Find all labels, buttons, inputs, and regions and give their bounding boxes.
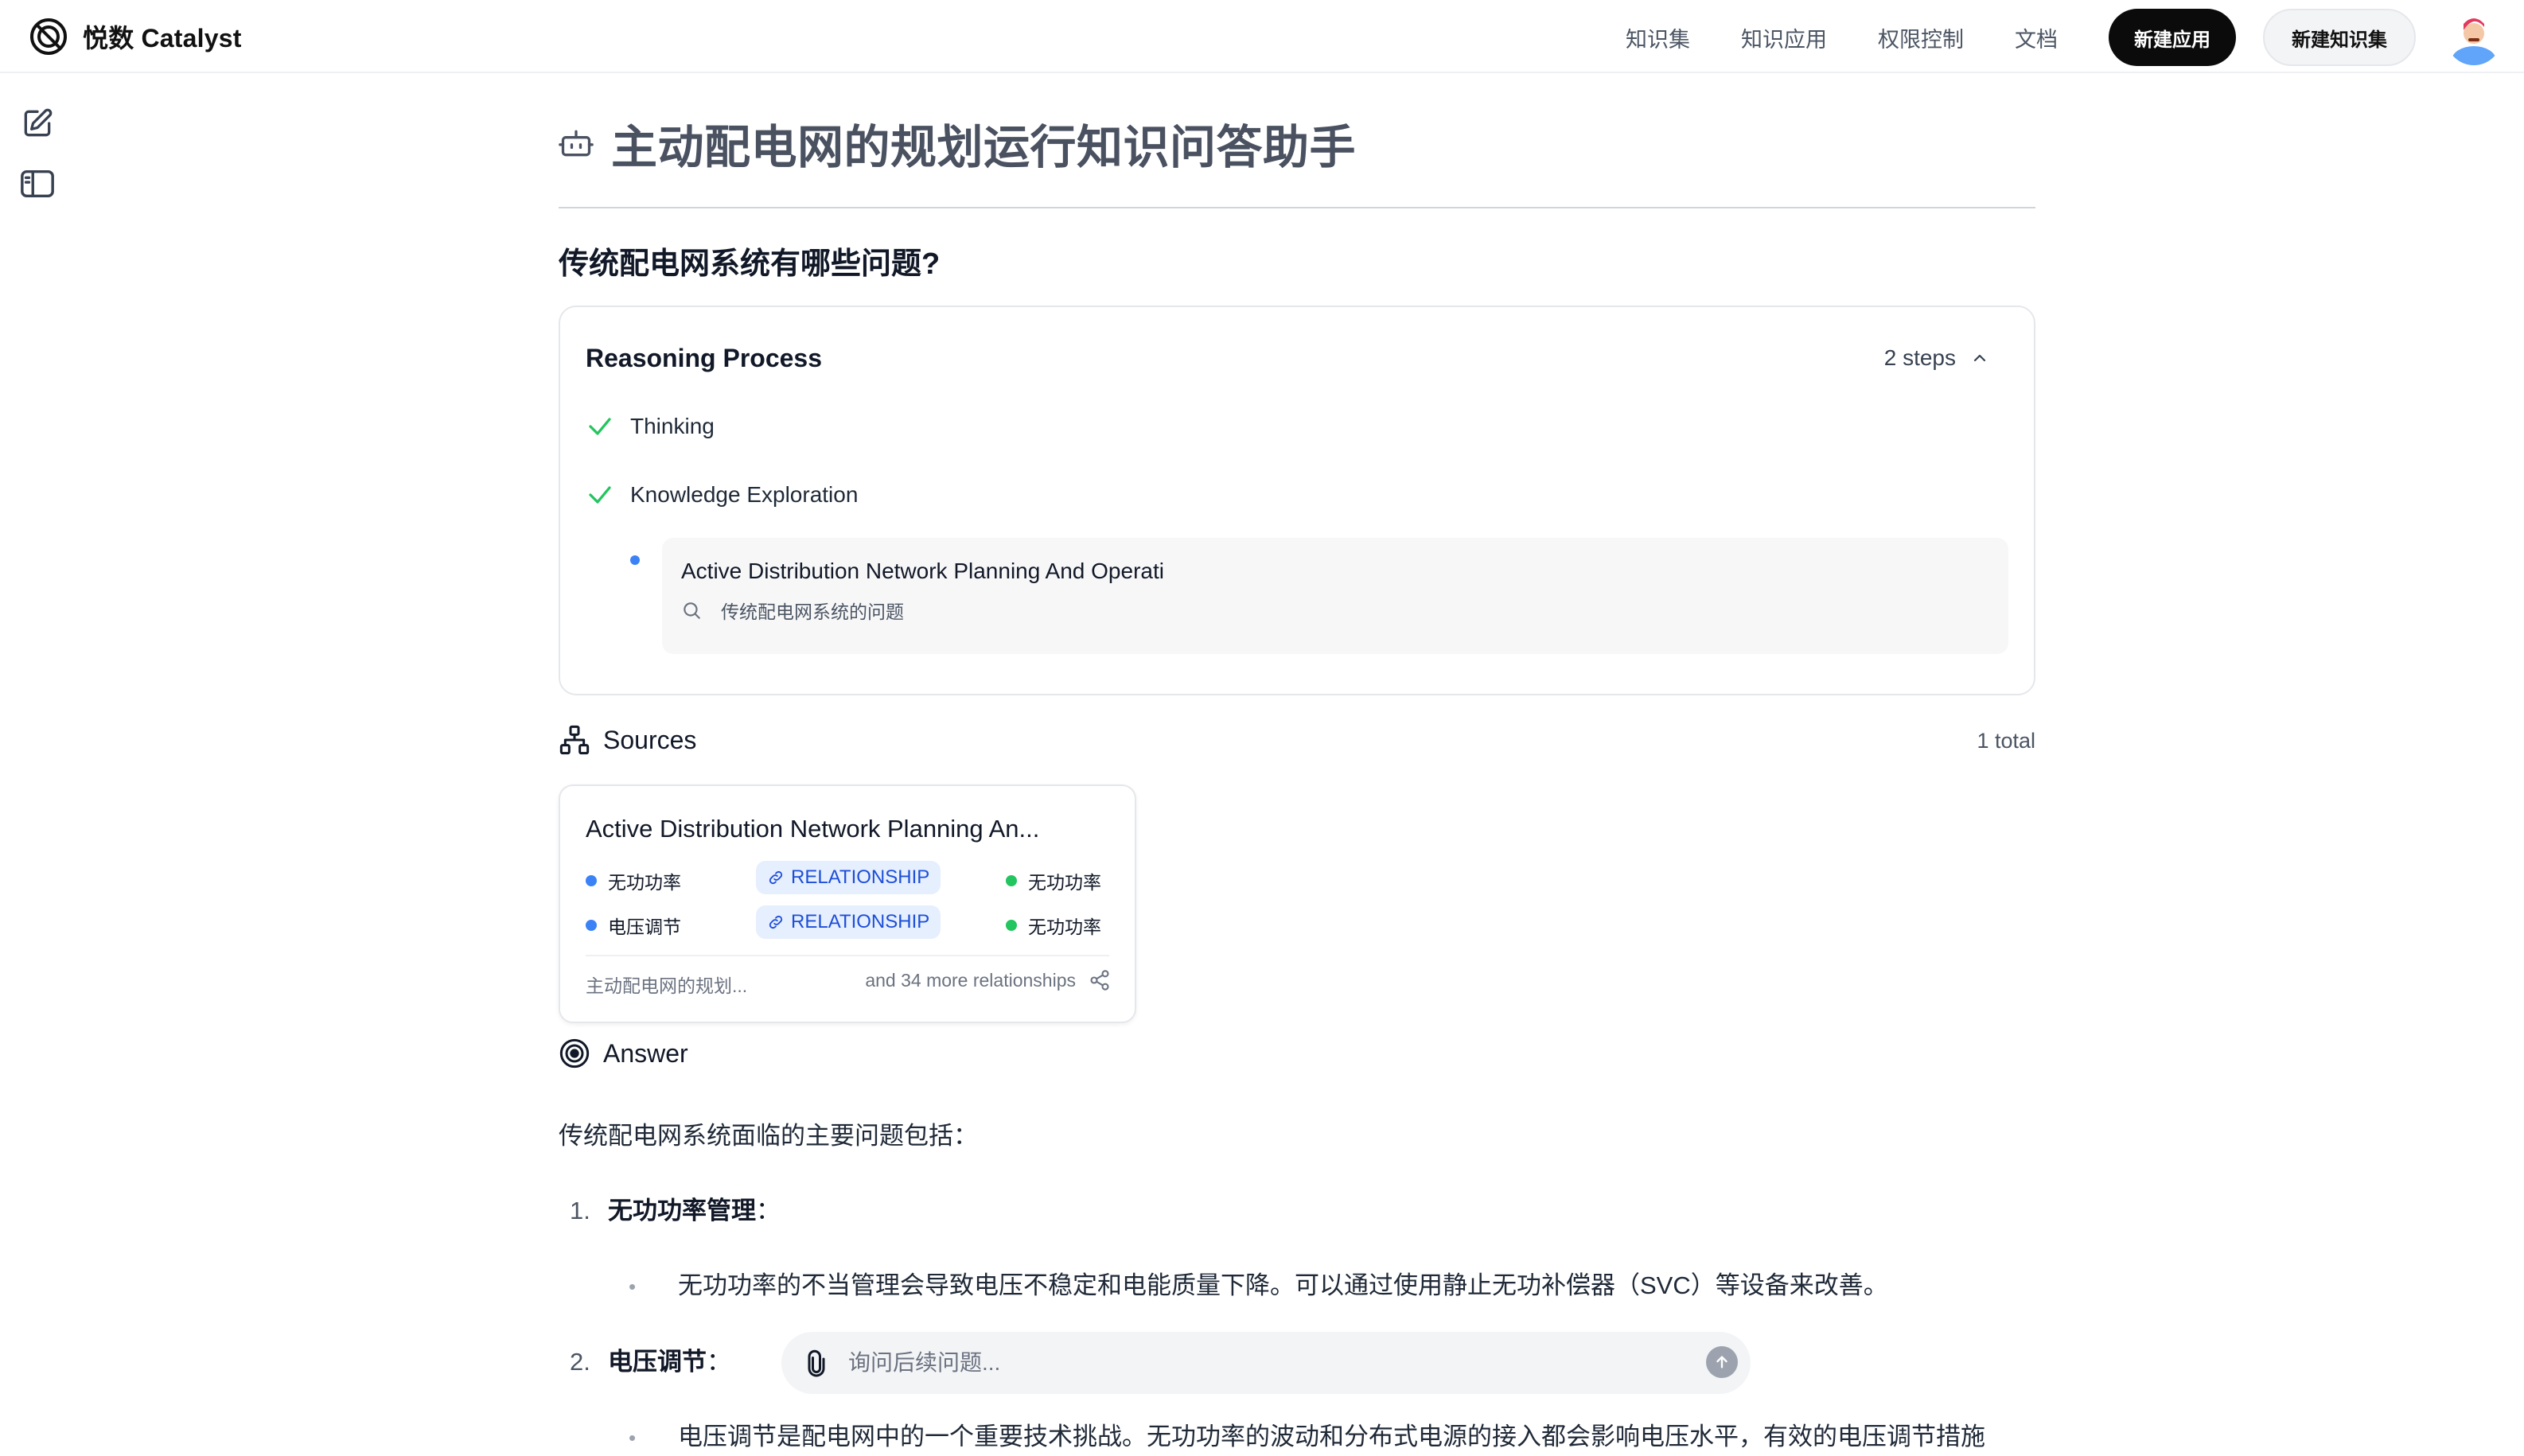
entity-dot: [586, 920, 597, 931]
step-label: Thinking: [630, 414, 715, 438]
more-relationships-text: and 34 more relationships: [865, 969, 1076, 991]
exploration-query-text: 传统配电网系统的问题: [721, 601, 904, 622]
nav-knowledge-sets[interactable]: 知识集: [1626, 22, 1690, 53]
target-icon: [559, 1038, 590, 1069]
entity-label: 无功功率: [1028, 917, 1101, 937]
list-heading: 无功功率管理: [608, 1197, 756, 1224]
top-nav: 知识集 知识应用 权限控制 文档 新建应用 新建知识集: [1626, 9, 2524, 66]
link-icon: [769, 915, 783, 929]
entity-label: 电压调节: [608, 917, 681, 937]
answer-bullet: • 电压调节是配电网中的一个重要技术挑战。无功功率的波动和分布式电源的接入都会影…: [629, 1416, 1985, 1452]
bullet-dot: •: [629, 1275, 637, 1298]
relationship-badge: RELATIONSHIP: [756, 905, 941, 939]
steps-count: 2 steps: [1883, 345, 1956, 370]
entity-to: 无功功率: [1006, 912, 1101, 939]
sources-label: Sources: [559, 724, 696, 756]
brand-name: 悦数 Catalyst: [83, 24, 242, 53]
new-knowledge-set-button[interactable]: 新建知识集: [2263, 9, 2416, 66]
list-heading: 电压调节: [608, 1348, 707, 1376]
entity-from: 电压调节: [586, 912, 681, 939]
source-title: Active Distribution Network Planning An.…: [586, 815, 1040, 843]
relationship-type: RELATIONSHIP: [791, 911, 930, 932]
avatar-image: [2446, 10, 2502, 65]
share-nodes-icon: [1090, 970, 1109, 991]
entity-from: 无功功率: [586, 867, 681, 894]
search-icon: [684, 602, 700, 619]
new-chat-edit-icon[interactable]: [18, 103, 57, 143]
bot-icon: [559, 130, 594, 157]
paperclip-icon[interactable]: [802, 1348, 831, 1380]
relationship-row: 电压调节 RELATIONSHIP 无功功率: [586, 905, 1111, 940]
entity-dot: [586, 875, 597, 886]
relationship-row: 无功功率 RELATIONSHIP 无功功率: [586, 861, 1111, 896]
reasoning-title: Reasoning Process: [586, 344, 822, 372]
sources-label-text: Sources: [603, 725, 697, 754]
source-doc-name: 主动配电网的规划...: [586, 975, 748, 996]
sources-header: Sources 1 total: [559, 718, 2035, 765]
reasoning-step: Thinking: [586, 412, 715, 441]
answer-intro: 传统配电网系统面临的主要问题包括：: [559, 1122, 978, 1150]
nav-access-control[interactable]: 权限控制: [1878, 22, 1964, 53]
brand[interactable]: 悦数 Catalyst: [29, 14, 242, 59]
more-relationships[interactable]: and 34 more relationships: [865, 969, 1111, 991]
bullet-text: 电压调节是配电网中的一个重要技术挑战。无功功率的波动和分布式电源的接入都会影响电…: [678, 1423, 1985, 1450]
entity-dot: [1006, 875, 1017, 886]
entity-dot: [1006, 920, 1017, 931]
sitemap-icon: [559, 725, 590, 755]
relationship-type: RELATIONSHIP: [791, 866, 930, 888]
nav-docs[interactable]: 文档: [2015, 22, 2058, 53]
source-card[interactable]: Active Distribution Network Planning An.…: [559, 784, 1136, 1023]
steps-toggle[interactable]: 2 steps: [1884, 345, 1989, 371]
list-number: 2.: [570, 1348, 590, 1376]
relationship-badge: RELATIONSHIP: [756, 861, 941, 894]
entity-label: 无功功率: [608, 872, 681, 893]
list-heading-suffix: ：: [756, 1197, 781, 1224]
sources-count: 1 total: [1977, 729, 2035, 753]
check-icon: [589, 486, 611, 504]
entity-label: 无功功率: [1028, 872, 1101, 893]
source-footer-divider: [586, 955, 1109, 956]
nav-knowledge-apps[interactable]: 知识应用: [1741, 22, 1827, 53]
reasoning-step: Knowledge Exploration: [586, 481, 858, 509]
page-title-row: 主动配电网的规划运行知识问答助手: [559, 111, 1356, 175]
title-divider: [559, 207, 2035, 208]
list-heading-suffix: ：: [707, 1348, 731, 1376]
bullet-text: 无功功率的不当管理会导致电压不稳定和电能质量下降。可以通过使用静止无功补偿器（S…: [678, 1271, 1888, 1299]
entity-to: 无功功率: [1006, 867, 1101, 894]
followup-input[interactable]: [848, 1343, 1644, 1383]
reasoning-process-card: Reasoning Process 2 steps Thinking Knowl…: [559, 306, 2035, 695]
new-app-button[interactable]: 新建应用: [2109, 9, 2236, 66]
link-icon: [769, 870, 783, 885]
brand-logo-icon: [30, 18, 67, 55]
user-question: 传统配电网系统有哪些问题?: [559, 247, 941, 281]
exploration-query: 传统配电网系统的问题: [681, 597, 904, 624]
exploration-item[interactable]: Active Distribution Network Planning And…: [662, 538, 2008, 654]
send-button[interactable]: [1706, 1346, 1738, 1378]
bullet-dot: •: [629, 1426, 637, 1450]
chevron-up-icon: [1973, 354, 1986, 362]
page-title: 主动配电网的规划运行知识问答助手: [611, 122, 1357, 173]
arrow-up-icon: [1716, 1356, 1727, 1368]
exploration-title: Active Distribution Network Planning And…: [681, 559, 1164, 583]
answer-label: Answer: [559, 1037, 688, 1069]
top-navbar: 悦数 Catalyst 知识集 知识应用 权限控制 文档 新建应用 新建知识集: [0, 0, 2524, 73]
check-icon: [589, 418, 611, 435]
avatar[interactable]: [2446, 10, 2502, 65]
step-label: Knowledge Exploration: [630, 482, 859, 507]
answer-list-item: 2. 电压调节 ：: [570, 1341, 731, 1377]
list-number: 1.: [570, 1197, 590, 1224]
exploration-bullet: [630, 555, 640, 565]
answer-list-item: 1. 无功功率管理 ：: [570, 1190, 781, 1226]
answer-label-text: Answer: [603, 1038, 688, 1068]
answer-bullet: • 无功功率的不当管理会导致电压不稳定和电能质量下降。可以通过使用静止无功补偿器…: [629, 1265, 1888, 1301]
followup-input-bar: [781, 1332, 1751, 1394]
sidebar-toggle-icon[interactable]: [18, 164, 57, 204]
